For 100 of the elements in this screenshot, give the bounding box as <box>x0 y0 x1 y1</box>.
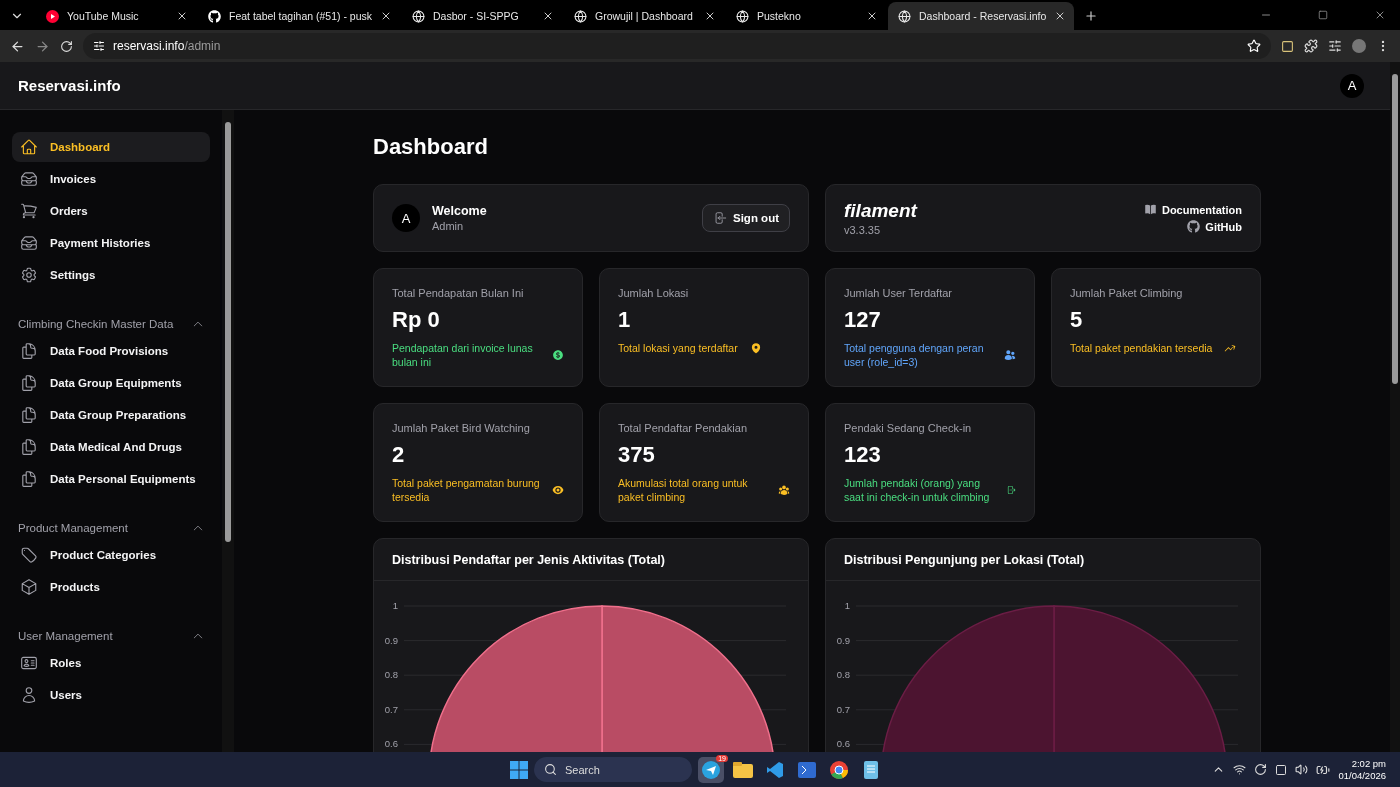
browser-tab[interactable]: Feat tabel tagihan (#51) - pusk <box>198 2 400 30</box>
axis-tick-label: 0.8 <box>384 669 398 681</box>
browser-tab[interactable]: Dashboard - Reservasi.info <box>888 2 1075 30</box>
nav-item[interactable]: Data Personal Equipments <box>12 464 210 494</box>
stat-label: Jumlah Paket Climbing <box>1070 287 1184 299</box>
nav-item[interactable]: Data Group Preparations <box>12 400 210 430</box>
scrollbar[interactable] <box>222 110 234 752</box>
folder-icon <box>733 761 753 778</box>
stat-label: Jumlah Paket Bird Watching <box>392 422 531 434</box>
browser-tab[interactable]: Pustekno <box>726 2 886 30</box>
nav-item[interactable]: Products <box>12 572 210 602</box>
user-avatar: A <box>392 204 420 232</box>
stat-label: Pendaki Sedang Check-in <box>844 422 973 434</box>
dollar-icon <box>552 349 564 361</box>
stat-description: Total paket pendakian tersedia <box>1070 341 1213 355</box>
gear-icon <box>20 266 38 284</box>
axis-tick-label: 0.6 <box>384 738 398 750</box>
wifi-icon[interactable] <box>1233 763 1247 776</box>
forward-icon[interactable] <box>35 38 50 54</box>
maximize-icon[interactable] <box>1318 10 1328 20</box>
globe-icon <box>412 9 425 23</box>
axis-tick-label: 0.6 <box>836 738 850 750</box>
tab-title: YouTube Music <box>67 10 140 22</box>
close-icon[interactable] <box>176 10 188 22</box>
back-icon[interactable] <box>10 38 25 54</box>
sign-out-icon <box>713 211 727 225</box>
close-icon[interactable] <box>866 10 878 22</box>
close-icon[interactable] <box>704 10 716 22</box>
bookmark-star-icon[interactable] <box>1247 39 1261 53</box>
user-icon <box>20 686 38 704</box>
scrollbar[interactable] <box>1390 62 1400 752</box>
link[interactable]: GitHub <box>1143 220 1242 233</box>
stat-value: Rp 0 <box>392 307 441 333</box>
cube-icon <box>20 578 38 596</box>
axis-tick-label: 0.8 <box>836 669 850 681</box>
stat-description: Jumlah pendaki (orang) yang saat ini check-in untuk climbing <box>844 476 991 504</box>
url-text: reservasi.info/admin <box>113 39 221 53</box>
user-avatar[interactable]: A <box>1340 73 1364 98</box>
media-icon[interactable] <box>1328 39 1342 53</box>
map-pin-icon <box>749 342 762 354</box>
link[interactable]: Documentation <box>1143 203 1242 216</box>
sign-out-button[interactable]: Sign out <box>702 204 790 232</box>
new-tab-icon[interactable] <box>1084 9 1099 23</box>
stat-label: Total Pendapatan Bulan Ini <box>392 287 525 299</box>
address-field[interactable]: reservasi.info/admin <box>83 33 1271 59</box>
nav-item[interactable]: Invoices <box>12 164 210 194</box>
stat-label: Jumlah User Terdaftar <box>844 287 953 299</box>
reload-icon[interactable] <box>60 39 73 53</box>
browser-tab[interactable]: Growujil | Dashboard <box>564 2 724 30</box>
nav-item[interactable]: Roles <box>12 648 210 678</box>
nav-item[interactable]: Data Group Equipments <box>12 368 210 398</box>
nav-item[interactable]: Users <box>12 680 210 710</box>
volume-icon[interactable] <box>1295 763 1309 776</box>
chart-title: Distribusi Pengunjung per Lokasi (Total) <box>844 552 1085 567</box>
site-settings-icon[interactable] <box>93 40 105 52</box>
stat-value: 123 <box>844 442 882 468</box>
stat-description: Akumulasi total orang untuk paket climbing <box>618 476 749 504</box>
stat-description: Pendapatan dari invoice lunas bulan ini <box>392 341 534 369</box>
start-icon[interactable] <box>510 760 528 779</box>
axis-tick-label: 1 <box>844 600 850 611</box>
nav-item[interactable]: Data Medical And Drugs <box>12 432 210 462</box>
stat-value: 5 <box>1070 307 1084 333</box>
nav-item[interactable]: Orders <box>12 196 210 226</box>
sync-icon[interactable] <box>1254 763 1268 776</box>
id-card-icon <box>20 654 38 672</box>
welcome-title: Welcome <box>432 204 487 218</box>
browser-tab[interactable]: YouTube Music <box>36 2 196 30</box>
code-editor-icon <box>766 760 784 779</box>
nav-group-label: Product Management <box>18 522 128 534</box>
search-icon <box>544 763 557 776</box>
nav-item[interactable]: Data Food Provisions <box>12 336 210 366</box>
close-icon[interactable] <box>542 10 554 22</box>
profile-icon[interactable] <box>1352 39 1366 53</box>
stat-value: 127 <box>844 307 882 333</box>
users-icon <box>1004 349 1016 361</box>
nav-item[interactable]: Settings <box>12 260 210 290</box>
github-icon <box>208 9 221 23</box>
stat-label: Jumlah Lokasi <box>618 287 690 299</box>
browser-tab[interactable]: Dasbor - SI-SPPG <box>402 2 562 30</box>
nav-item[interactable]: Dashboard <box>12 132 210 162</box>
extensions-icon[interactable] <box>1304 39 1318 53</box>
documents-icon <box>20 406 38 424</box>
globe-icon <box>736 9 749 23</box>
taskbar-search[interactable]: Search <box>534 757 692 782</box>
chart-title: Distribusi Pendaftar per Jenis Aktivitas (Total) <box>392 552 665 567</box>
close-icon[interactable] <box>380 10 392 22</box>
documents-icon <box>20 438 38 456</box>
nav-item[interactable]: Payment Histories <box>12 228 210 258</box>
tab-title: Pustekno <box>757 10 802 22</box>
nav-group-label: Climbing Checkin Master Data <box>18 318 174 330</box>
filament-logo: filament <box>844 200 917 222</box>
tab-title: Dasbor - SI-SPPG <box>433 10 520 22</box>
github-icon <box>1187 220 1201 233</box>
stat-value: 2 <box>392 442 406 468</box>
nav-item[interactable]: Product Categories <box>12 540 210 570</box>
trend-up-icon <box>1224 342 1237 354</box>
clock[interactable]: 2:02 pm 01/04/2026 <box>1338 758 1386 781</box>
nav-group-label: User Management <box>18 630 113 642</box>
close-icon[interactable] <box>1374 9 1386 21</box>
axis-tick-label: 1 <box>392 600 398 611</box>
